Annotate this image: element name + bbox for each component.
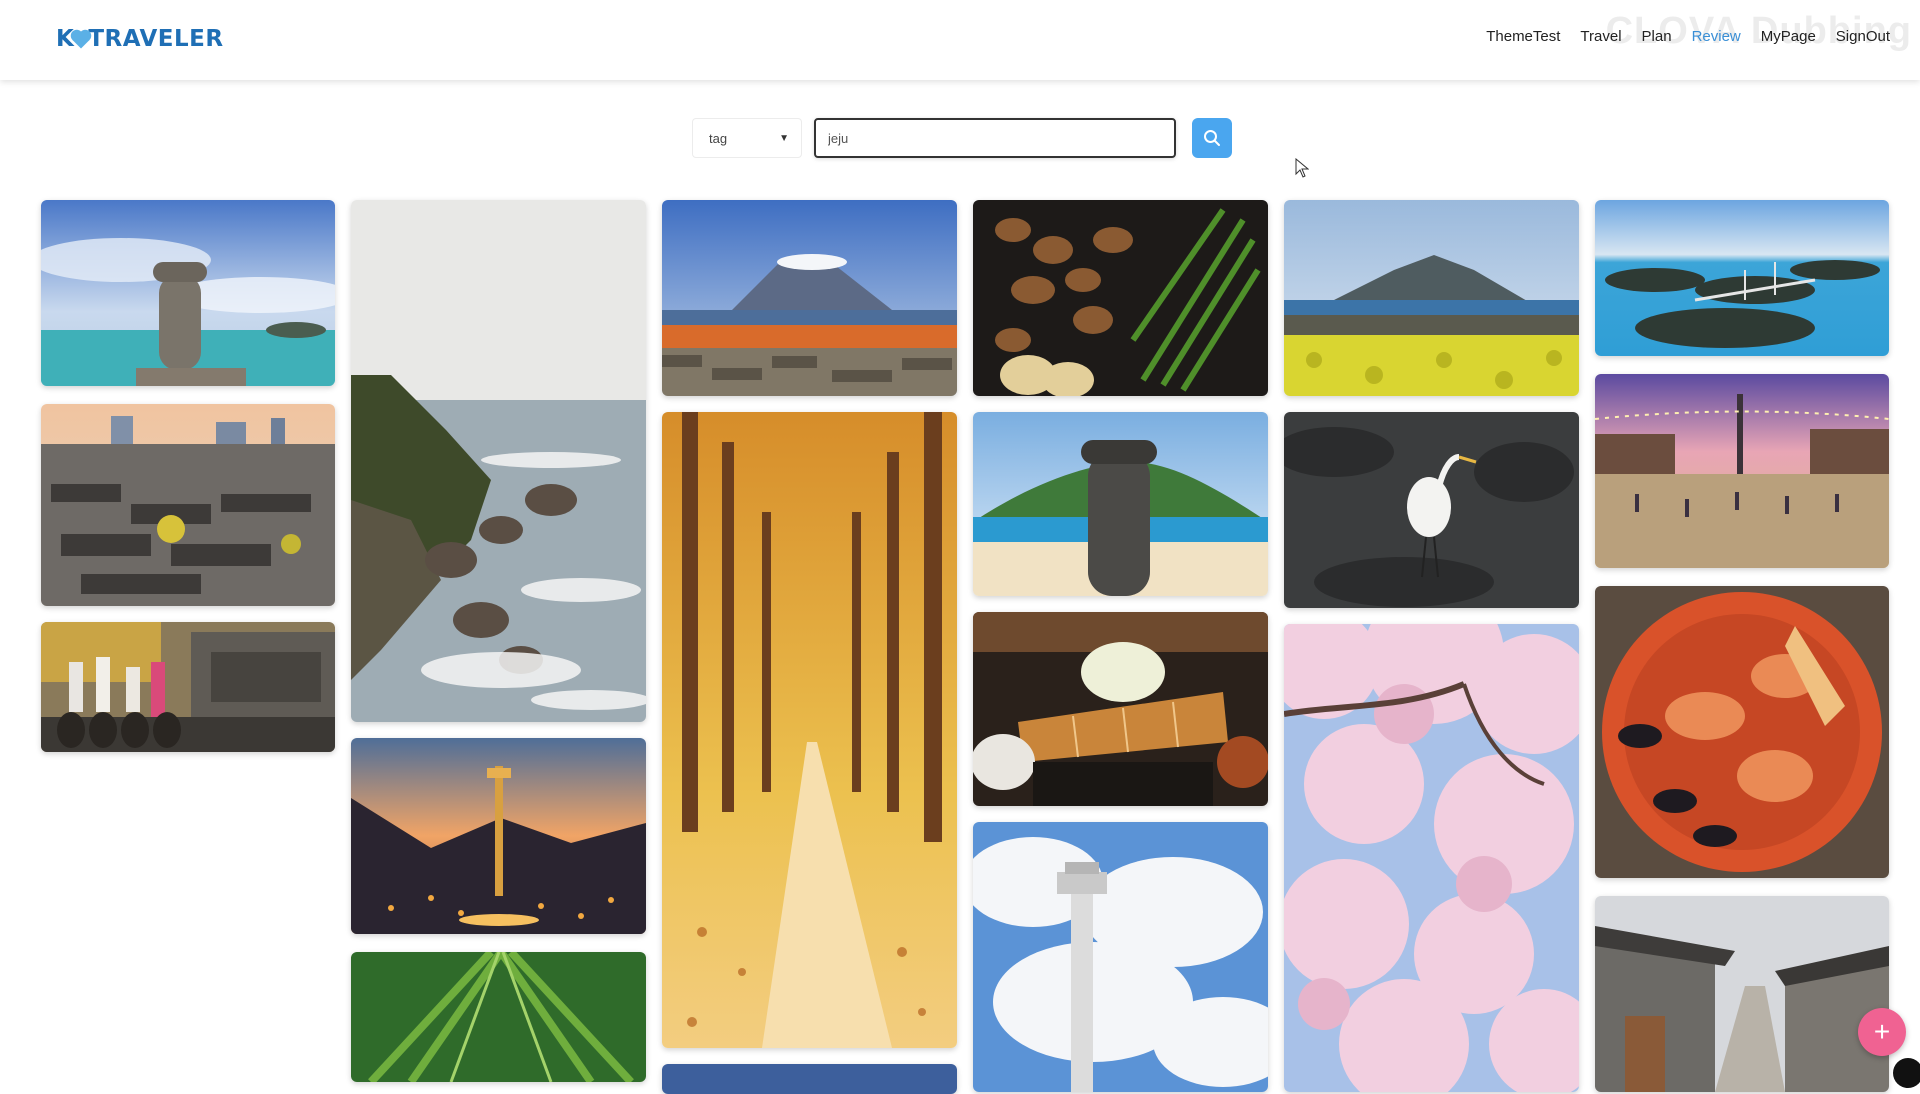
photo-card[interactable] bbox=[41, 404, 335, 606]
photo-card[interactable] bbox=[1284, 200, 1579, 396]
corner-indicator bbox=[1893, 1058, 1920, 1088]
main-nav: ThemeTest Travel Plan Review MyPage Sign… bbox=[1486, 28, 1890, 45]
photo-green-bamboo bbox=[351, 952, 646, 1082]
nav-plan[interactable]: Plan bbox=[1642, 28, 1672, 45]
logo-suffix: TRAVELER bbox=[88, 26, 224, 52]
photo-card[interactable] bbox=[1284, 624, 1579, 1092]
photo-card[interactable] bbox=[973, 412, 1268, 596]
add-review-button[interactable]: + bbox=[1858, 1008, 1906, 1056]
photo-cherry-blossoms bbox=[1284, 624, 1579, 1092]
photo-grilled-meat-pan bbox=[973, 200, 1268, 396]
photo-card[interactable] bbox=[973, 200, 1268, 396]
photo-rocky-coast-waves bbox=[351, 200, 646, 722]
photo-city-square-lights bbox=[1595, 374, 1889, 568]
photo-traditional-dress-jars bbox=[41, 622, 335, 752]
photo-tower-blue-sky bbox=[973, 822, 1268, 1092]
photo-mountain-canola-field bbox=[1284, 200, 1579, 396]
photo-hanok-alley bbox=[1595, 896, 1889, 1092]
photo-card[interactable] bbox=[1595, 374, 1889, 568]
photo-card[interactable] bbox=[662, 412, 957, 1048]
photo-pork-cutlet-meal bbox=[973, 612, 1268, 806]
photo-islands-bridge bbox=[1595, 200, 1889, 356]
photo-seafood-stew bbox=[1595, 586, 1889, 878]
photo-card[interactable] bbox=[973, 822, 1268, 1092]
photo-stone-statue-sea bbox=[41, 200, 335, 386]
photo-card[interactable] bbox=[662, 200, 957, 396]
photo-card[interactable] bbox=[1284, 412, 1579, 608]
photo-partial bbox=[662, 1064, 957, 1094]
photo-gallery bbox=[0, 0, 1920, 1094]
photo-card[interactable] bbox=[351, 200, 646, 722]
nav-review[interactable]: Review bbox=[1692, 28, 1741, 45]
nav-sign-out[interactable]: SignOut bbox=[1836, 28, 1890, 45]
photo-white-heron bbox=[1284, 412, 1579, 608]
heart-icon bbox=[72, 31, 90, 49]
photo-card[interactable] bbox=[1595, 896, 1889, 1092]
photo-card[interactable] bbox=[351, 738, 646, 934]
nav-theme-test[interactable]: ThemeTest bbox=[1486, 28, 1560, 45]
photo-card[interactable] bbox=[973, 612, 1268, 806]
photo-card[interactable] bbox=[41, 200, 335, 386]
mouse-cursor-icon bbox=[1295, 158, 1309, 178]
photo-hanok-village-city bbox=[41, 404, 335, 606]
photo-tower-at-sunset bbox=[351, 738, 646, 934]
photo-autumn-tree-path bbox=[662, 412, 957, 1048]
nav-travel[interactable]: Travel bbox=[1580, 28, 1621, 45]
photo-card[interactable] bbox=[1595, 200, 1889, 356]
photo-stone-statue-beach bbox=[973, 412, 1268, 596]
nav-my-page[interactable]: MyPage bbox=[1761, 28, 1816, 45]
photo-card[interactable] bbox=[41, 622, 335, 752]
photo-mountain-stone-wall bbox=[662, 200, 957, 396]
brand-logo[interactable]: K TRAVELER bbox=[56, 26, 224, 52]
photo-card[interactable] bbox=[1595, 586, 1889, 878]
photo-card[interactable] bbox=[351, 952, 646, 1082]
top-header: K TRAVELER CLOVA Dubbing ThemeTest Trave… bbox=[0, 0, 1920, 80]
photo-card[interactable] bbox=[662, 1064, 957, 1094]
